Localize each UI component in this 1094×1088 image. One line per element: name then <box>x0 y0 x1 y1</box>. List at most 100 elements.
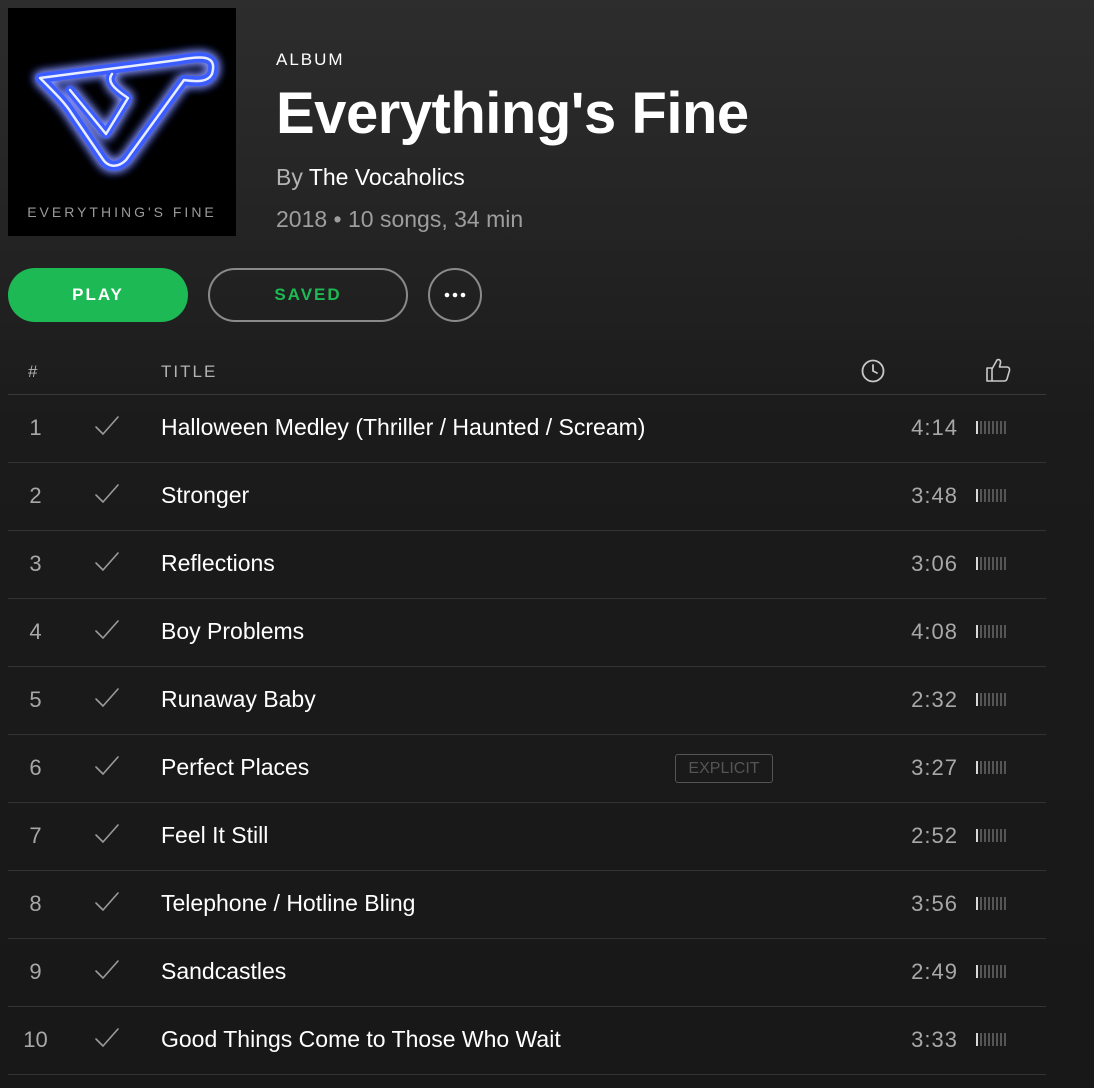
track-title[interactable]: Runaway Baby <box>161 686 316 713</box>
byline-prefix: By <box>276 164 303 190</box>
popularity-meter <box>976 761 1006 774</box>
saved-check-icon[interactable] <box>94 483 120 510</box>
artist-link[interactable]: The Vocaholics <box>309 164 465 190</box>
popularity-bar <box>980 625 982 638</box>
album-title: Everything's Fine <box>276 81 749 146</box>
track-title[interactable]: Feel It Still <box>161 822 268 849</box>
saved-check-icon[interactable] <box>94 1027 120 1054</box>
track-duration: 3:27 <box>911 755 958 780</box>
popularity-bar <box>976 829 978 842</box>
popularity-bar <box>1000 489 1002 502</box>
track-duration: 4:14 <box>911 415 958 440</box>
track-row[interactable]: 7 Feel It Still 2:52 <box>8 803 1046 871</box>
track-duration: 4:08 <box>911 619 958 644</box>
popularity-bar <box>976 421 978 434</box>
track-row[interactable]: 3 Reflections 3:06 <box>8 531 1046 599</box>
album-cover-art <box>35 52 219 171</box>
popularity-bar <box>1000 693 1002 706</box>
popularity-bar <box>992 693 994 706</box>
track-title[interactable]: Stronger <box>161 482 249 509</box>
saved-check-icon[interactable] <box>94 619 120 646</box>
saved-check-icon[interactable] <box>94 823 120 850</box>
popularity-bar <box>976 761 978 774</box>
popularity-bar <box>984 965 986 978</box>
track-title[interactable]: Sandcastles <box>161 958 286 985</box>
popularity-bar <box>992 897 994 910</box>
popularity-bar <box>1000 557 1002 570</box>
track-title[interactable]: Telephone / Hotline Bling <box>161 890 415 917</box>
track-number: 9 <box>29 959 42 984</box>
track-row[interactable]: 10 Good Things Come to Those Who Wait 3:33 <box>8 1007 1046 1075</box>
popularity-bar <box>996 829 998 842</box>
popularity-meter <box>976 1033 1006 1046</box>
album-cover[interactable]: EVERYTHING'S FINE <box>8 8 236 236</box>
popularity-bar <box>996 965 998 978</box>
popularity-bar <box>984 557 986 570</box>
track-title[interactable]: Halloween Medley (Thriller / Haunted / S… <box>161 414 645 441</box>
saved-check-icon[interactable] <box>94 891 120 918</box>
track-number: 2 <box>29 483 42 508</box>
popularity-meter <box>976 421 1006 434</box>
album-meta: 2018 • 10 songs, 34 min <box>276 206 524 232</box>
saved-check-icon[interactable] <box>94 687 120 714</box>
track-row[interactable]: 1 Halloween Medley (Thriller / Haunted / … <box>8 395 1046 463</box>
popularity-bar <box>988 625 990 638</box>
popularity-bar <box>976 489 978 502</box>
more-options-button[interactable] <box>428 268 482 322</box>
saved-check-icon[interactable] <box>94 551 120 578</box>
track-title[interactable]: Perfect Places <box>161 754 309 781</box>
play-button[interactable]: PLAY <box>8 268 188 322</box>
popularity-bar <box>980 557 982 570</box>
popularity-bar <box>1000 829 1002 842</box>
popularity-bar <box>984 829 986 842</box>
track-list-header: # TITLE <box>8 348 1046 395</box>
popularity-bar <box>980 693 982 706</box>
popularity-bar <box>996 489 998 502</box>
track-title[interactable]: Reflections <box>161 550 275 577</box>
track-duration: 2:49 <box>911 959 958 984</box>
popularity-bar <box>1004 693 1006 706</box>
popularity-bar <box>980 1033 982 1046</box>
popularity-bar <box>976 693 978 706</box>
track-row[interactable]: 8 Telephone / Hotline Bling 3:56 <box>8 871 1046 939</box>
track-duration: 3:06 <box>911 551 958 576</box>
track-row[interactable]: 4 Boy Problems 4:08 <box>8 599 1046 667</box>
track-list: # TITLE 1 Halloween Medley (Thriller / Ha… <box>8 348 1046 1075</box>
header-number: # <box>28 362 40 381</box>
album-header: ALBUM Everything's Fine By The Vocaholic… <box>276 50 749 232</box>
popularity-bar <box>1004 557 1006 570</box>
popularity-bar <box>1000 897 1002 910</box>
track-rows: 1 Halloween Medley (Thriller / Haunted / … <box>8 395 1046 1075</box>
popularity-bar <box>1004 421 1006 434</box>
track-number: 7 <box>29 823 42 848</box>
popularity-bar <box>976 897 978 910</box>
explicit-badge: EXPLICIT <box>675 754 773 783</box>
popularity-bar <box>996 421 998 434</box>
saved-check-icon[interactable] <box>94 755 120 782</box>
thumbs-up-icon[interactable] <box>984 356 1012 389</box>
saved-check-icon[interactable] <box>94 959 120 986</box>
track-row[interactable]: 5 Runaway Baby 2:32 <box>8 667 1046 735</box>
clock-icon[interactable] <box>860 358 886 389</box>
track-title[interactable]: Boy Problems <box>161 618 304 645</box>
popularity-bar <box>976 1033 978 1046</box>
popularity-bar <box>996 1033 998 1046</box>
track-row[interactable]: 6 Perfect Places EXPLICIT 3:27 <box>8 735 1046 803</box>
saved-button[interactable]: SAVED <box>208 268 408 322</box>
popularity-bar <box>984 625 986 638</box>
popularity-bar <box>996 625 998 638</box>
popularity-bar <box>988 965 990 978</box>
popularity-bar <box>988 693 990 706</box>
track-title[interactable]: Good Things Come to Those Who Wait <box>161 1026 561 1053</box>
popularity-bar <box>980 421 982 434</box>
popularity-bar <box>976 965 978 978</box>
header-title[interactable]: TITLE <box>161 362 217 382</box>
track-row[interactable]: 9 Sandcastles 2:49 <box>8 939 1046 1007</box>
popularity-bar <box>988 1033 990 1046</box>
popularity-bar <box>988 761 990 774</box>
popularity-bar <box>992 1033 994 1046</box>
popularity-bar <box>992 829 994 842</box>
popularity-bar <box>980 897 982 910</box>
track-row[interactable]: 2 Stronger 3:48 <box>8 463 1046 531</box>
saved-check-icon[interactable] <box>94 415 120 442</box>
